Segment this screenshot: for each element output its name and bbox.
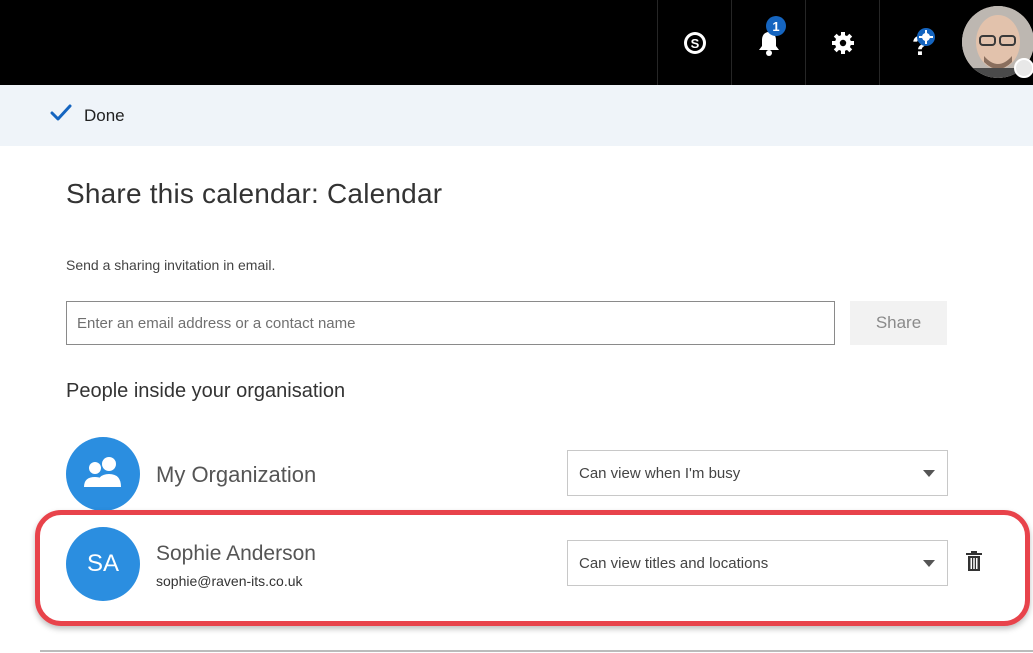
command-bar: Done [0, 85, 1033, 146]
list-item-my-organization: My Organization Can view when I'm busy [66, 437, 1006, 517]
skype-button[interactable]: S [657, 0, 731, 85]
settings-button[interactable] [805, 0, 879, 85]
chevron-down-icon [923, 560, 935, 567]
suite-header: S 1 ? [0, 0, 1033, 85]
initials-avatar: SA [66, 527, 140, 601]
chevron-down-icon [923, 470, 935, 477]
skype-icon: S [682, 30, 708, 56]
list-item-sophie-anderson: SA Sophie Anderson sophie@raven-its.co.u… [66, 527, 1006, 607]
section-heading: People inside your organisation [66, 380, 346, 402]
permission-value: Can view when I'm busy [579, 464, 741, 482]
gear-icon [831, 31, 855, 55]
person-name: Sophie Anderson [156, 542, 316, 565]
checkmark-icon [50, 104, 72, 127]
share-instructions: Send a sharing invitation in email. [66, 257, 276, 273]
done-label: Done [84, 105, 125, 125]
done-button[interactable]: Done [50, 104, 125, 127]
help-icon: ? [902, 25, 938, 61]
presence-status-icon [1014, 58, 1033, 78]
notifications-button[interactable]: 1 [731, 0, 805, 85]
permission-value: Can view titles and locations [579, 554, 769, 572]
share-button[interactable]: Share [850, 301, 947, 345]
email-input[interactable] [66, 301, 835, 345]
page-title: Share this calendar: Calendar [66, 178, 443, 209]
group-avatar [66, 437, 140, 511]
divider [40, 650, 1033, 652]
delete-icon[interactable] [966, 551, 982, 576]
svg-text:S: S [690, 36, 699, 51]
permission-dropdown[interactable]: Can view when I'm busy [567, 450, 948, 496]
person-name: My Organization [156, 462, 317, 487]
permission-dropdown[interactable]: Can view titles and locations [567, 540, 948, 586]
person-email: sophie@raven-its.co.uk [156, 573, 303, 589]
notification-badge: 1 [766, 16, 786, 36]
help-button[interactable]: ? [879, 0, 959, 85]
user-avatar[interactable] [962, 6, 1033, 78]
group-icon [81, 455, 125, 494]
avatar-initials: SA [86, 550, 119, 577]
